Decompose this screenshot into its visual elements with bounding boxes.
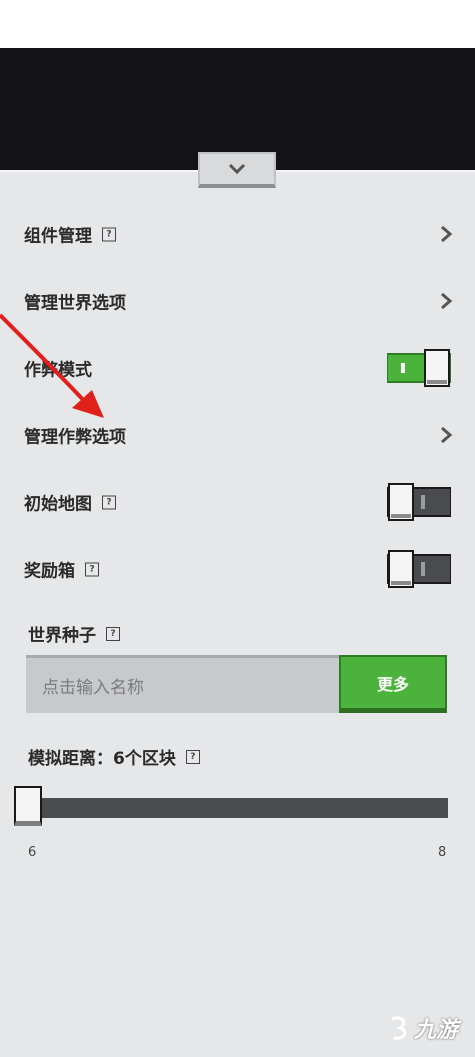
help-icon[interactable]: ?	[102, 227, 116, 241]
starting-map-row: 初始地图 ?	[0, 477, 475, 527]
cheats-toggle[interactable]	[387, 349, 451, 387]
annotation-arrow-icon	[0, 313, 104, 418]
manage-cheats-options-label: 管理作弊选项	[24, 427, 126, 448]
world-seed-heading: 世界种子 ?	[28, 621, 120, 646]
starting-map-label: 初始地图	[24, 494, 92, 515]
chevron-right-icon	[441, 292, 453, 310]
world-seed-label: 世界种子	[28, 626, 96, 646]
chevron-down-icon	[228, 163, 246, 175]
sim-distance-heading: 模拟距离：6个区块 ?	[28, 744, 200, 769]
top-white-strip	[0, 0, 475, 48]
add-ons-row[interactable]: 组件管理 ?	[0, 209, 475, 259]
starting-map-toggle[interactable]	[387, 483, 451, 521]
sim-distance-slider-thumb[interactable]	[14, 786, 42, 826]
watermark-text: 九游	[414, 1018, 459, 1043]
sim-distance-label: 模拟距离：6个区块	[28, 749, 176, 769]
chevron-right-icon	[441, 225, 453, 243]
nine-game-logo-icon	[391, 1016, 407, 1040]
bonus-chest-row: 奖励箱 ?	[0, 544, 475, 594]
more-button[interactable]: 更多	[339, 655, 447, 713]
world-seed-input[interactable]: 点击输入名称	[26, 655, 340, 713]
add-ons-label: 组件管理	[24, 226, 92, 247]
sim-distance-slider-track[interactable]	[24, 798, 448, 818]
help-icon[interactable]: ?	[185, 749, 200, 764]
seed-placeholder: 点击输入名称	[42, 678, 144, 698]
chevron-right-icon	[441, 426, 453, 444]
slider-min-label: 6	[28, 845, 37, 860]
watermark: 九游	[388, 1012, 458, 1044]
slider-max-label: 8	[438, 845, 447, 860]
bonus-chest-label: 奖励箱	[24, 561, 75, 582]
collapse-panel-button[interactable]	[198, 152, 276, 188]
help-icon[interactable]: ?	[102, 495, 116, 509]
help-icon[interactable]: ?	[106, 626, 120, 641]
bonus-chest-toggle[interactable]	[387, 550, 451, 588]
help-icon[interactable]: ?	[85, 562, 99, 576]
